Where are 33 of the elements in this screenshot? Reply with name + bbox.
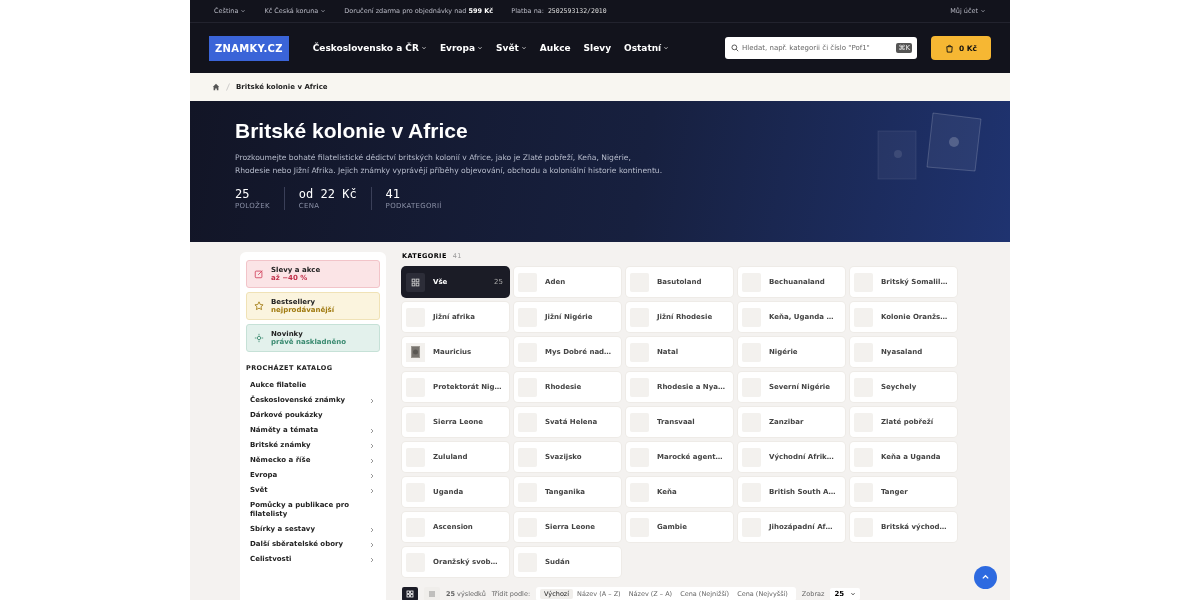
nav-link[interactable]: Slevy bbox=[583, 43, 611, 53]
arrow-up-icon bbox=[981, 573, 990, 582]
caret-icon bbox=[320, 8, 327, 14]
chevron-icon bbox=[368, 396, 376, 405]
scroll-top-button[interactable] bbox=[974, 566, 997, 589]
caret-icon bbox=[980, 8, 986, 14]
list-icon bbox=[428, 590, 436, 598]
caret-icon bbox=[420, 45, 427, 51]
grid-icon bbox=[411, 277, 420, 287]
bag-icon bbox=[944, 43, 954, 53]
home-icon[interactable] bbox=[212, 83, 220, 91]
view-toggle[interactable] bbox=[424, 587, 440, 600]
stat-value: 25 bbox=[235, 187, 251, 201]
page-title: Britské kolonie v Africe bbox=[235, 119, 469, 143]
nav-link[interactable]: Aukce bbox=[539, 43, 571, 53]
caret-icon bbox=[663, 45, 670, 51]
view-toggle[interactable] bbox=[402, 587, 418, 600]
caret-icon bbox=[520, 45, 527, 51]
grid-icon bbox=[406, 590, 414, 598]
stat-value: 41 bbox=[385, 187, 402, 201]
edit-icon bbox=[254, 269, 264, 279]
star-icon bbox=[254, 301, 264, 311]
stat-value: od 22 Kč bbox=[298, 187, 357, 201]
nav-link[interactable]: Evropa bbox=[439, 43, 484, 53]
caret-icon bbox=[240, 8, 247, 14]
nav-link[interactable]: Svět bbox=[496, 43, 527, 53]
sparkle-icon bbox=[254, 333, 264, 343]
nav-link[interactable]: Ostatní bbox=[624, 43, 670, 53]
nav-link[interactable]: Československo a ČR bbox=[312, 43, 427, 53]
search-icon bbox=[731, 44, 739, 52]
caret-icon bbox=[477, 45, 484, 51]
logo[interactable]: ZNAMKY.CZ bbox=[209, 35, 289, 61]
caret-icon bbox=[850, 591, 857, 597]
